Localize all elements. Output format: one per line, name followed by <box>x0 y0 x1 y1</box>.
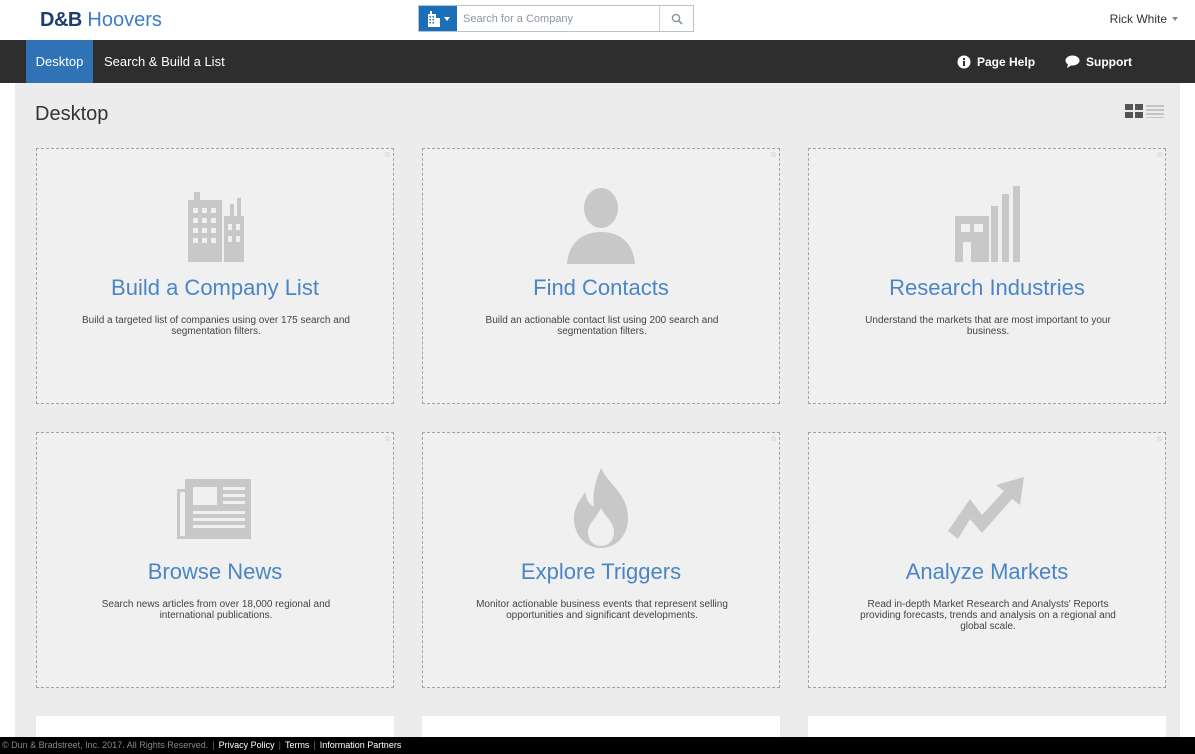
support-label: Support <box>1086 54 1132 69</box>
card-title: Explore Triggers <box>520 559 682 584</box>
user-name: Rick White <box>1109 12 1167 26</box>
top-bar: D&B Hoovers Rick White <box>0 0 1195 40</box>
card-partial <box>36 716 394 737</box>
card-corner <box>771 436 776 441</box>
main-nav: Desktop Search & Build a List Page Help … <box>0 40 1195 83</box>
card-corner <box>771 152 776 157</box>
newspaper-icon <box>37 459 393 557</box>
tab-label: Desktop <box>35 54 84 69</box>
card-browse-news[interactable]: Browse News Search news articles from ov… <box>36 432 394 688</box>
card-description: Understand the markets that are most imp… <box>865 315 1111 337</box>
chevron-down-icon <box>1172 17 1178 21</box>
user-menu[interactable]: Rick White <box>1110 12 1178 26</box>
view-toggle <box>1125 104 1164 118</box>
card-description: Monitor actionable business events that … <box>476 599 728 621</box>
information-partners-link[interactable]: Information Partners <box>320 740 402 750</box>
card-explore-triggers[interactable]: Explore Triggers Monitor actionable busi… <box>422 432 780 688</box>
card-description: Read in-depth Market Research and Analys… <box>860 599 1116 632</box>
card-description: Build a targeted list of companies using… <box>82 315 350 337</box>
privacy-policy-link[interactable]: Privacy Policy <box>219 740 275 750</box>
tab-label: Search & Build a List <box>104 54 225 69</box>
grid-view-icon[interactable] <box>1125 104 1143 118</box>
card-description: Search news articles from over 18,000 re… <box>101 599 331 621</box>
card-title: Browse News <box>147 559 283 584</box>
card-research-industries[interactable]: Research Industries Understand the marke… <box>808 148 1166 404</box>
footer: © Dun & Bradstreet, Inc. 2017. All Right… <box>0 737 1195 754</box>
flame-icon <box>423 459 779 557</box>
logo-name: Hoovers <box>87 9 162 31</box>
page-help-label: Page Help <box>977 54 1036 69</box>
search-type-dropdown[interactable] <box>419 6 457 31</box>
terms-link[interactable]: Terms <box>285 740 310 750</box>
card-title: Find Contacts <box>533 275 669 300</box>
page-title: Desktop <box>35 103 109 125</box>
building-search-icon <box>427 10 440 27</box>
search-icon <box>671 13 683 25</box>
building-icon <box>37 175 393 273</box>
card-title: Build a Company List <box>111 275 319 300</box>
chevron-down-icon <box>443 16 450 21</box>
search-input[interactable] <box>457 6 659 31</box>
desktop-content: Desktop Build a Company List Build a tar… <box>15 83 1180 737</box>
card-corner <box>1157 436 1162 441</box>
card-partial <box>808 716 1166 737</box>
list-view-icon[interactable] <box>1146 104 1164 118</box>
chat-bubble-icon <box>1065 55 1080 68</box>
person-icon <box>423 175 779 273</box>
card-find-contacts[interactable]: Find Contacts Build an actionable contac… <box>422 148 780 404</box>
search-button[interactable] <box>659 6 693 31</box>
card-title: Analyze Markets <box>905 559 1069 584</box>
card-build-company-list[interactable]: Build a Company List Build a targeted li… <box>36 148 394 404</box>
trend-arrow-icon <box>809 459 1165 557</box>
dnb-hoovers-logo[interactable]: D&B Hoovers <box>40 8 162 32</box>
card-corner <box>1157 152 1162 157</box>
card-title: Research Industries <box>889 275 1085 300</box>
tab-search-build-list[interactable]: Search & Build a List <box>104 40 225 83</box>
tab-desktop[interactable]: Desktop <box>26 40 93 83</box>
card-partial <box>422 716 780 737</box>
logo-brand: D&B <box>40 9 82 31</box>
support-link[interactable]: Support <box>1065 40 1132 83</box>
card-description: Build an actionable contact list using 2… <box>485 315 719 337</box>
card-analyze-markets[interactable]: Analyze Markets Read in-depth Market Res… <box>808 432 1166 688</box>
info-icon <box>957 55 971 68</box>
company-search <box>418 5 694 32</box>
factory-icon <box>809 175 1165 273</box>
page-help-link[interactable]: Page Help <box>957 40 1035 83</box>
card-corner <box>385 152 390 157</box>
copyright-text: © Dun & Bradstreet, Inc. 2017. All Right… <box>2 740 209 750</box>
card-corner <box>385 436 390 441</box>
